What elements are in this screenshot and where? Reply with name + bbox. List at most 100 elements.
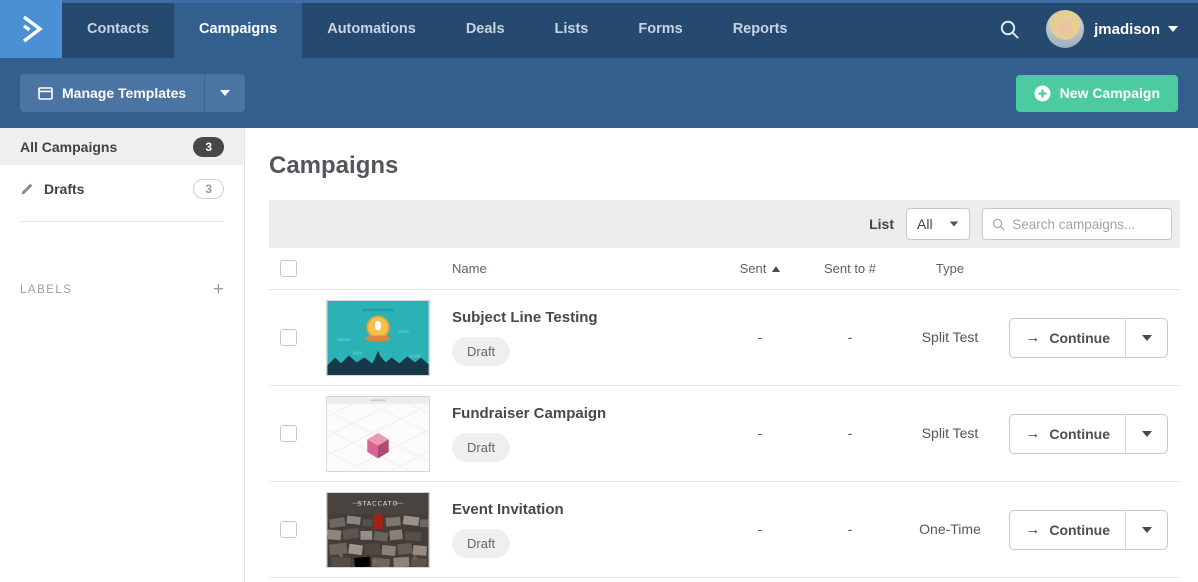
search-icon [992,218,1005,230]
nav-tab-contacts[interactable]: Contacts [62,0,174,58]
name-column-header: Name [452,261,487,276]
sent-column-header[interactable]: Sent [740,261,781,276]
campaign-thumbnail-typewriters[interactable]: STACCATO [326,491,430,568]
row-checkbox[interactable] [280,521,297,538]
arrow-right-icon: → [1025,329,1041,346]
list-filter-label: List [869,216,894,232]
list-filter-select[interactable]: All [906,208,970,240]
continue-button[interactable]: → Continue [1010,511,1125,549]
sent-to-value: - [847,424,853,441]
activecampaign-logo[interactable] [0,0,62,58]
template-icon [38,86,53,100]
sidebar-item-all-campaigns[interactable]: All Campaigns 3 [0,128,244,165]
drafts-label: Drafts [44,180,85,197]
chevron-logo-icon [22,15,43,43]
sidebar-divider [20,221,224,222]
chevron-down-icon [949,221,959,227]
continue-label: Continue [1049,329,1110,346]
search-icon[interactable] [999,19,1020,40]
top-navigation: Contacts Campaigns Automations Deals Lis… [0,0,1198,58]
page-body: All Campaigns 3 Drafts 3 LABELS + Campai… [0,128,1198,582]
continue-button[interactable]: → Continue [1010,415,1125,453]
campaign-name[interactable]: Subject Line Testing [452,309,715,326]
campaign-name[interactable]: Fundraiser Campaign [452,405,715,422]
nav-tab-forms[interactable]: Forms [613,0,707,58]
row-actions-dropdown-button[interactable] [1125,318,1167,357]
manage-templates-button[interactable]: Manage Templates [20,74,205,112]
nav-tab-lists[interactable]: Lists [530,0,614,58]
status-badge: Draft [452,529,511,558]
pencil-icon [20,182,34,196]
nav-tab-reports[interactable]: Reports [708,0,813,58]
sidebar-item-drafts[interactable]: Drafts 3 [0,170,244,207]
continue-label: Continue [1049,425,1110,442]
nav-tab-campaigns[interactable]: Campaigns [174,0,303,58]
manage-templates-dropdown-button[interactable] [204,74,246,112]
continue-split-button: → Continue [1009,413,1168,454]
continue-split-button: → Continue [1009,509,1168,550]
select-all-checkbox[interactable] [280,260,297,277]
sent-to-value: - [847,520,853,537]
filter-bar: List All [269,200,1180,248]
continue-label: Continue [1049,521,1110,538]
nav-tab-automations[interactable]: Automations [302,0,441,58]
new-campaign-label: New Campaign [1059,85,1160,101]
status-badge: Draft [452,433,511,462]
campaign-row-fundraiser-campaign: Fundraiser Campaign Draft - - Split Test… [269,386,1180,482]
list-filter-value: All [917,216,933,232]
campaign-thumbnail-pink-cube[interactable] [326,395,430,472]
username-label[interactable]: jmadison [1094,21,1160,38]
continue-split-button: → Continue [1009,317,1168,358]
continue-button[interactable]: → Continue [1010,319,1125,357]
row-actions-dropdown-button[interactable] [1125,510,1167,549]
user-avatar[interactable] [1046,10,1085,48]
status-badge: Draft [452,337,511,366]
user-menu-caret-icon[interactable] [1168,26,1178,32]
campaign-name[interactable]: Event Invitation [452,501,715,518]
chevron-down-icon [1141,334,1152,341]
campaign-row-event-invitation: STACCATO Event Invitation Draft - - One-… [269,482,1180,578]
all-campaigns-label: All Campaigns [20,138,118,155]
labels-header-label: LABELS [20,283,73,296]
manage-templates-label: Manage Templates [62,85,187,101]
type-column-header[interactable]: Type [895,261,1005,276]
labels-section-header: LABELS + [0,280,244,299]
campaigns-toolbar: Manage Templates New Campaign [0,58,1198,128]
campaign-thumbnail-mountain-scene[interactable] [326,299,430,376]
campaign-type: Split Test [921,328,979,345]
nav-tab-deals[interactable]: Deals [441,0,530,58]
sort-ascending-icon [772,265,781,272]
thumbnail-brand-text: STACCATO [358,500,399,507]
campaign-search-box [982,208,1172,240]
sent-header-label: Sent [739,261,767,276]
plus-circle-icon [1034,85,1051,101]
all-campaigns-count-badge: 3 [193,136,224,157]
add-label-button[interactable]: + [213,280,224,299]
new-campaign-button[interactable]: New Campaign [1015,74,1178,112]
campaigns-main: Campaigns List All Search campaigns... N… [245,128,1198,582]
drafts-count-badge: 3 [193,178,224,199]
row-checkbox[interactable] [280,329,297,346]
topnav-right-group: jmadison [999,0,1198,58]
row-checkbox[interactable] [280,425,297,442]
arrow-right-icon: → [1025,521,1041,538]
chevron-down-icon [1141,526,1152,533]
sent-to-value: - [847,328,853,345]
sent-to-column-header[interactable]: Sent to # [805,261,895,276]
arrow-right-icon: → [1025,425,1041,442]
campaign-type: Split Test [921,424,979,441]
campaigns-page: Contacts Campaigns Automations Deals Lis… [0,0,1198,582]
manage-templates-split-button: Manage Templates [20,74,246,112]
row-actions-dropdown-button[interactable] [1125,414,1167,453]
table-header-row: Name Sent Sent to # Type [269,248,1180,290]
sent-value: - [757,424,763,441]
sent-value: - [757,520,763,537]
chevron-down-icon [220,90,231,96]
page-title: Campaigns [269,152,399,179]
chevron-down-icon [1141,430,1152,437]
search-campaigns-input[interactable] [1012,216,1162,232]
campaigns-sidebar: All Campaigns 3 Drafts 3 LABELS + [0,128,245,582]
campaign-type: One-Time [919,520,981,537]
sent-value: - [757,328,763,345]
campaign-row-subject-line-testing: Subject Line Testing Draft - - Split Tes… [269,290,1180,386]
